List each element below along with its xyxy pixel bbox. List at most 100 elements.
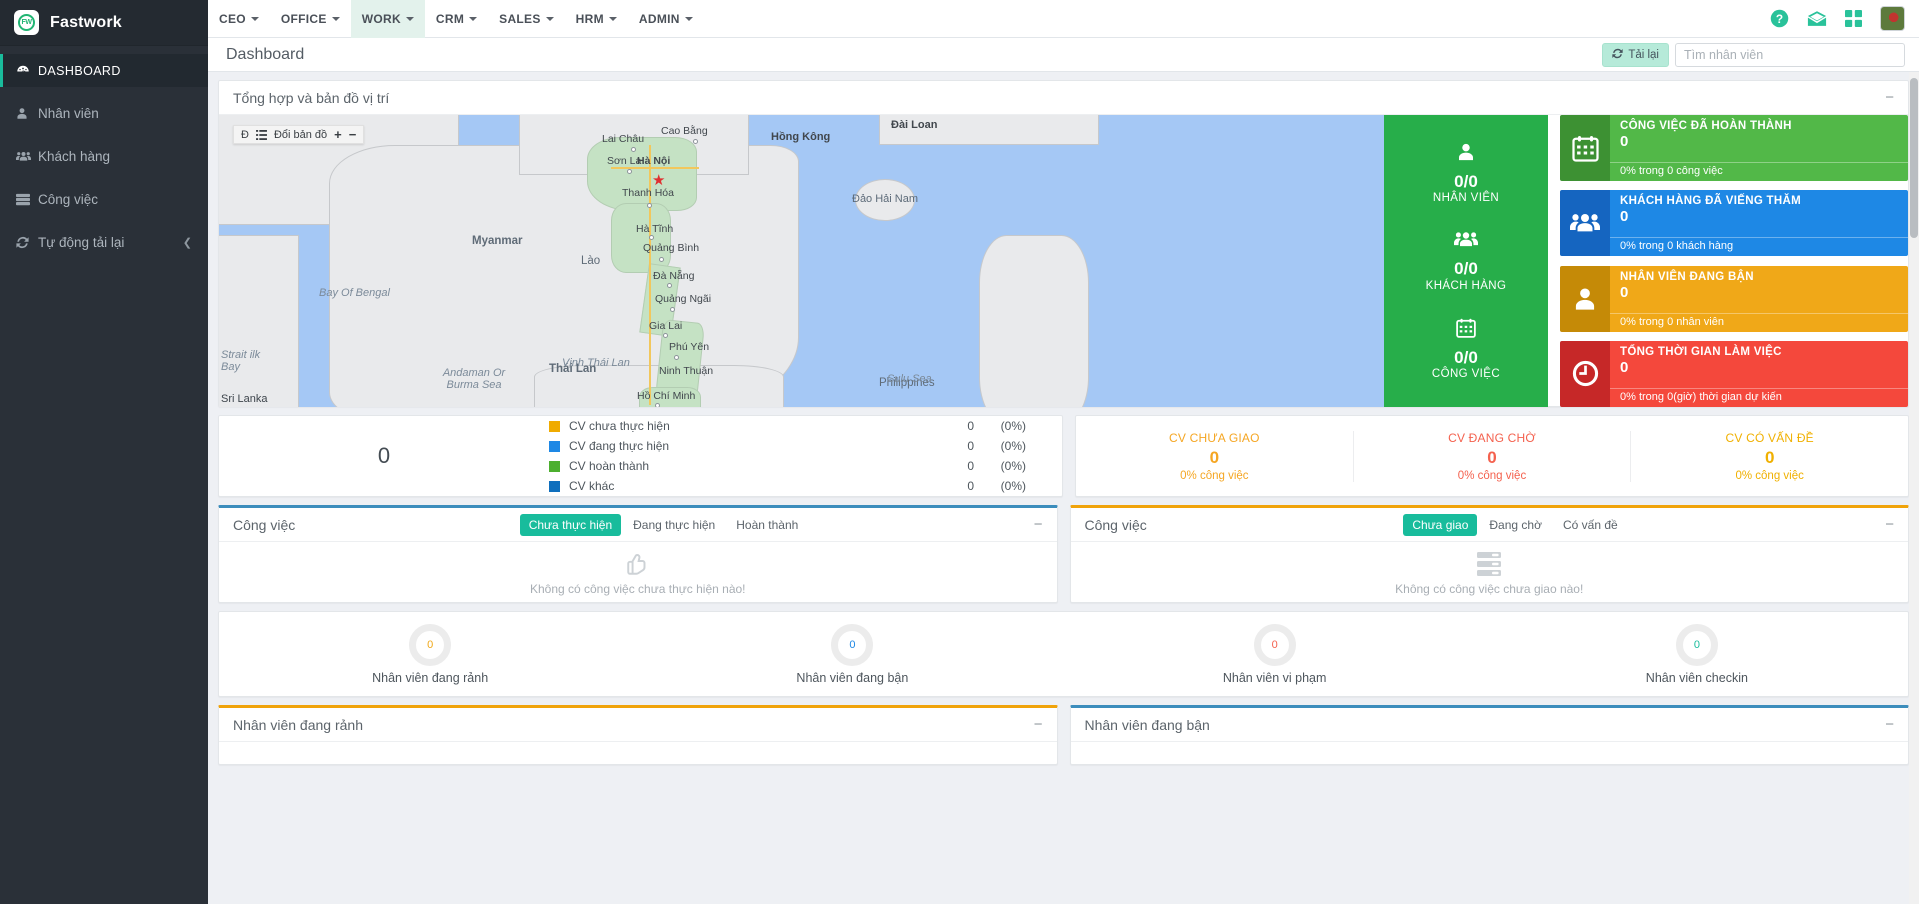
- topbar-actions: ?: [1770, 6, 1919, 31]
- kpi-body: CÔNG VIỆC ĐÃ HOÀN THÀNH 0 0% trong 0 côn…: [1610, 115, 1908, 181]
- nav-item-work[interactable]: WORK: [350, 0, 425, 38]
- legend-percent: (0%): [1000, 439, 1026, 453]
- tab-hoan-thanh[interactable]: Hoàn thành: [727, 514, 807, 536]
- location-map[interactable]: ★ Myanmar Lào Thái Lan Campuchia Philipp…: [219, 115, 1384, 407]
- kpi-card-completed-tasks[interactable]: CÔNG VIỆC ĐÃ HOÀN THÀNH 0 0% trong 0 côn…: [1560, 115, 1908, 181]
- kpi-title: CÔNG VIỆC ĐÃ HOÀN THÀNH: [1620, 120, 1792, 132]
- panel-title: Công việc: [233, 516, 296, 533]
- map-landmass-philippines: [979, 235, 1089, 407]
- svg-text:?: ?: [1776, 12, 1783, 26]
- donut-ring: 0: [831, 623, 874, 666]
- empty-state: Không có công việc chưa giao nào!: [1071, 542, 1909, 604]
- nav-label: ADMIN: [638, 11, 680, 26]
- chevron-down-icon: [469, 16, 478, 21]
- donut-label: Nhân viên đang bận: [796, 670, 909, 685]
- donut-value: 0: [1693, 638, 1700, 651]
- tab-chua-thuc-hien[interactable]: Chưa thực hiện: [519, 513, 622, 536]
- legend-value: 0: [967, 459, 974, 473]
- user-icon: [1560, 265, 1610, 332]
- stat-value: 0/0: [1454, 259, 1478, 279]
- apps-grid-icon[interactable]: [1845, 10, 1862, 27]
- panel-title: Công việc: [1084, 516, 1147, 533]
- kpi-card-total-work-time[interactable]: TỔNG THỜI GIAN LÀM VIỆC 0 0% trong 0(giờ…: [1560, 340, 1908, 407]
- kpi-top: TỔNG THỜI GIAN LÀM VIỆC 0: [1610, 341, 1908, 388]
- mail-icon[interactable]: [1807, 10, 1827, 27]
- zoom-out-button[interactable]: −: [349, 127, 357, 142]
- stat-label: CÔNG VIỆC: [1431, 367, 1501, 380]
- search-input[interactable]: [1675, 42, 1905, 67]
- tab-chua-giao[interactable]: Chưa giao: [1403, 513, 1478, 536]
- donut-nhan-vien-dang-ranh[interactable]: 0 Nhân viên đang rảnh: [219, 623, 641, 685]
- empty-state: Không có công việc chưa thực hiện nào!: [219, 542, 1057, 604]
- legend-percent: (0%): [1000, 479, 1026, 493]
- donut-nhan-vien-vi-pham[interactable]: 0 Nhân viên vi phạm: [1064, 623, 1486, 685]
- collapse-icon[interactable]: −: [1032, 717, 1045, 732]
- list-icon[interactable]: [255, 129, 267, 140]
- panel-title: Nhân viên đang rảnh: [233, 716, 363, 733]
- sidebar-collapse-icon[interactable]: ❮: [183, 236, 192, 249]
- panel-header: Nhân viên đang bận −: [1070, 708, 1908, 742]
- donut-nhan-vien-checkin[interactable]: 0 Nhân viên checkin: [1486, 623, 1908, 685]
- panel-nhan-vien-dang-ban: Nhân viên đang bận −: [1069, 705, 1909, 765]
- brand-logo[interactable]: FW Fastwork: [0, 0, 208, 46]
- map-city-cao-bang: Cao Bằng: [661, 125, 708, 137]
- kpi-value: 0: [1620, 208, 1629, 226]
- legend-item[interactable]: CV hoàn thành 0 (0%): [549, 456, 1026, 476]
- map-city-thanh-hoa: Thanh Hóa: [622, 187, 674, 199]
- sidebar-item-label: Công việc: [38, 192, 99, 207]
- kpi-card-visited-customers[interactable]: KHÁCH HÀNG ĐÃ VIẾNG THĂM 0 0% trong 0 kh…: [1560, 190, 1908, 257]
- donut-nhan-vien-dang-ban[interactable]: 0 Nhân viên đang bận: [641, 623, 1063, 685]
- nav-item-ceo[interactable]: CEO: [208, 0, 270, 38]
- nav-item-crm[interactable]: CRM: [425, 0, 488, 38]
- change-map-button[interactable]: Đổi bản đồ: [274, 129, 327, 141]
- tab-co-van-de[interactable]: Có vấn đề: [1554, 514, 1627, 536]
- map-marker-star[interactable]: ★: [652, 173, 665, 188]
- map-landmass: [219, 235, 299, 407]
- collapse-icon[interactable]: −: [1883, 717, 1896, 732]
- sidebar-item-cong-viec[interactable]: Công việc: [0, 183, 208, 216]
- nav-item-sales[interactable]: SALES: [488, 0, 565, 38]
- sidebar-item-dashboard[interactable]: DASHBOARD: [0, 54, 208, 87]
- donut-value: 0: [849, 638, 856, 651]
- tab-dang-cho[interactable]: Đang chờ: [1480, 514, 1551, 536]
- kpi-footer: 0% trong 0 nhân viên: [1610, 312, 1908, 332]
- kpi-value: 0: [1620, 283, 1629, 301]
- kpi-card-busy-employees[interactable]: NHÂN VIÊN ĐANG BẬN 0 0% trong 0 nhân viê…: [1560, 265, 1908, 332]
- sidebar-item-tu-dong-tai-lai[interactable]: Tự động tải lại ❮: [0, 226, 208, 259]
- sidebar-item-khach-hang[interactable]: Khách hàng: [0, 140, 208, 173]
- reload-button[interactable]: Tải lại: [1602, 42, 1669, 67]
- nav-item-admin[interactable]: ADMIN: [628, 0, 704, 38]
- collapse-icon[interactable]: −: [1032, 517, 1045, 532]
- tab-dang-thuc-hien[interactable]: Đang thực hiện: [624, 514, 724, 536]
- map-vietnam-central-north: [611, 203, 671, 273]
- donut-ring: 0: [1675, 623, 1718, 666]
- calendar-icon: [1432, 318, 1500, 342]
- nav-item-hrm[interactable]: HRM: [565, 0, 628, 38]
- legend-item[interactable]: CV đang thực hiện 0 (0%): [549, 436, 1026, 456]
- nav-item-office[interactable]: OFFICE: [270, 0, 351, 38]
- kpi-value: 0: [1620, 358, 1629, 376]
- legend-item[interactable]: CV chưa thực hiện 0 (0%): [549, 416, 1026, 436]
- zoom-in-button[interactable]: +: [334, 127, 342, 142]
- help-icon[interactable]: ?: [1770, 9, 1789, 28]
- sidebar-item-nhan-vien[interactable]: Nhân viên: [0, 97, 208, 130]
- empty-text: Không có công việc chưa thực hiện nào!: [529, 581, 746, 596]
- collapse-icon[interactable]: −: [1883, 90, 1896, 105]
- map-city-quang-binh: Quảng Bình: [643, 242, 700, 254]
- refresh-icon: [16, 236, 38, 249]
- page-scrollbar-thumb[interactable]: [1910, 78, 1918, 238]
- user-icon: [16, 107, 38, 120]
- donut-value: 0: [1271, 638, 1278, 651]
- legend-swatch: [549, 480, 560, 492]
- avatar[interactable]: [1880, 6, 1905, 31]
- legend-item[interactable]: CV khác 0 (0%): [549, 476, 1026, 496]
- nav-label: WORK: [361, 11, 401, 26]
- stat-title: CV CHƯA GIAO: [1169, 430, 1260, 445]
- kpi-footer: 0% trong 0(giờ) thời gian dự kiến: [1610, 387, 1908, 407]
- donut-ring: 0: [409, 623, 452, 666]
- collapse-icon[interactable]: −: [1883, 517, 1896, 532]
- task-panel-left: Công việc Chưa thực hiện Đang thực hiện …: [218, 505, 1058, 603]
- map-city-dot: [670, 307, 675, 312]
- thumbs-up-icon: [625, 551, 651, 579]
- kpi-body: TỔNG THỜI GIAN LÀM VIỆC 0 0% trong 0(giờ…: [1610, 340, 1908, 407]
